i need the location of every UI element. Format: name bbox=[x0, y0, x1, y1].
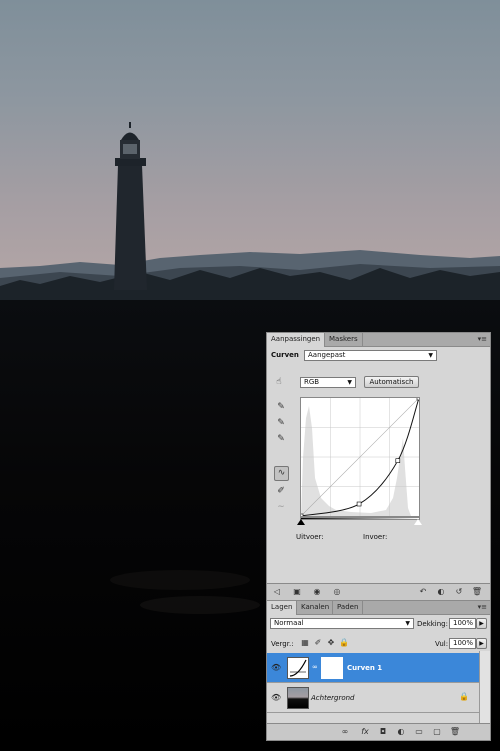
panel-menu-icon[interactable]: ▾≡ bbox=[478, 334, 487, 345]
layer-mask-thumbnail[interactable] bbox=[321, 657, 343, 679]
layer-row-background[interactable]: 👁 Achtergrond 🔒 bbox=[267, 683, 480, 713]
panel-menu-icon[interactable]: ▾≡ bbox=[478, 602, 487, 613]
lock-transparency-icon[interactable]: ▦ bbox=[299, 637, 311, 649]
white-slider-icon[interactable] bbox=[414, 519, 422, 525]
chevron-down-icon: ▼ bbox=[428, 352, 433, 359]
chevron-down-icon: ▼ bbox=[405, 620, 410, 627]
trash-icon[interactable]: 🗑 bbox=[449, 726, 461, 738]
tab-layers[interactable]: Lagen bbox=[267, 601, 297, 615]
new-layer-icon[interactable]: ▢ bbox=[431, 726, 443, 738]
layers-footer: ∞ fx ◘ ◐ ▭ ▢ 🗑 bbox=[267, 723, 490, 740]
auto-button[interactable]: Automatisch bbox=[364, 376, 419, 388]
chevron-down-icon: ▼ bbox=[347, 379, 352, 386]
curves-adjustment-thumbnail-icon bbox=[287, 657, 309, 679]
lock-icon[interactable]: 🔒 bbox=[338, 637, 350, 649]
layer-row-curves[interactable]: 👁 ∞ Curven 1 bbox=[267, 653, 480, 683]
adjustments-footer: ◁ ▣ ◉ ◎ ↶ ◐ ↺ 🗑 bbox=[267, 583, 490, 600]
curve-edit-icon[interactable]: ∿ bbox=[274, 466, 289, 481]
lock-icon: 🔒 bbox=[459, 692, 469, 701]
lock-position-icon[interactable]: ✥ bbox=[325, 637, 337, 649]
view-previous-icon[interactable]: ◐ bbox=[435, 586, 447, 598]
preset-select[interactable]: Aangepast ▼ bbox=[304, 350, 437, 361]
adjustment-title: Curven bbox=[271, 351, 299, 359]
output-label: Uitvoer: bbox=[296, 533, 324, 541]
channel-value: RGB bbox=[304, 378, 320, 386]
visibility-eye-icon[interactable]: 👁 bbox=[271, 663, 281, 673]
link-layers-icon[interactable]: ∞ bbox=[339, 726, 351, 738]
gray-point-eyedropper-icon[interactable]: ✎ bbox=[275, 417, 287, 429]
curve-control-point[interactable] bbox=[395, 458, 401, 463]
add-mask-icon[interactable]: ◘ bbox=[377, 726, 389, 738]
fx-icon[interactable]: fx bbox=[359, 726, 371, 738]
opacity-arrow-icon[interactable]: ▶ bbox=[476, 618, 487, 629]
background-thumbnail bbox=[287, 687, 309, 709]
reset-icon[interactable]: ↺ bbox=[453, 586, 465, 598]
trash-icon[interactable]: 🗑 bbox=[471, 586, 483, 598]
layers-tabbar: Lagen Kanalen Paden ▾≡ bbox=[267, 601, 490, 615]
curve-canvas[interactable] bbox=[301, 398, 419, 516]
layer-name: Curven 1 bbox=[347, 664, 383, 672]
clip-layer-icon[interactable]: ▣ bbox=[291, 586, 303, 598]
black-point-eyedropper-icon[interactable]: ✎ bbox=[275, 401, 287, 413]
output-gradient-bar bbox=[300, 517, 420, 520]
pencil-icon[interactable]: ✐ bbox=[275, 485, 287, 497]
adjustments-tabbar: Aanpassingen Maskers ▾≡ bbox=[267, 333, 490, 347]
fill-arrow-icon[interactable]: ▶ bbox=[476, 638, 487, 649]
channel-select[interactable]: RGB ▼ bbox=[300, 377, 356, 388]
lock-label: Vergr.: bbox=[271, 640, 294, 648]
hand-adjust-icon[interactable]: ☝ bbox=[273, 376, 285, 388]
opacity-label: Dekking: bbox=[417, 620, 448, 628]
tab-adjustments[interactable]: Aanpassingen bbox=[267, 333, 325, 347]
previous-state-icon[interactable]: ↶ bbox=[417, 586, 429, 598]
layers-scrollbar[interactable] bbox=[479, 651, 490, 725]
eye-icon[interactable]: ◎ bbox=[331, 586, 343, 598]
white-point-eyedropper-icon[interactable]: ✎ bbox=[275, 433, 287, 445]
fill-input[interactable]: 100% bbox=[449, 638, 476, 649]
curve-control-point[interactable] bbox=[356, 501, 362, 507]
new-group-icon[interactable]: ▭ bbox=[413, 726, 425, 738]
input-label: Invoer: bbox=[363, 533, 388, 541]
layers-panel: Lagen Kanalen Paden ▾≡ Normaal ▼ Dekking:… bbox=[266, 600, 491, 741]
curve-graph[interactable] bbox=[300, 397, 420, 517]
curve-control-point[interactable] bbox=[301, 513, 304, 516]
lock-pixels-icon[interactable]: ✐ bbox=[312, 637, 324, 649]
layer-name: Achtergrond bbox=[311, 694, 355, 702]
black-slider-icon[interactable] bbox=[297, 519, 305, 525]
mask-icon[interactable]: ◉ bbox=[311, 586, 323, 598]
opacity-input[interactable]: 100% bbox=[449, 618, 476, 629]
back-arrow-icon[interactable]: ◁ bbox=[271, 586, 283, 598]
fill-label: Vul: bbox=[435, 640, 449, 648]
smooth-curve-icon[interactable]: ∼ bbox=[275, 501, 287, 513]
curve-control-point[interactable] bbox=[416, 398, 419, 401]
blend-mode-select[interactable]: Normaal ▼ bbox=[270, 618, 414, 629]
tab-paths[interactable]: Paden bbox=[333, 601, 363, 614]
tab-masks[interactable]: Maskers bbox=[325, 333, 363, 346]
preset-value: Aangepast bbox=[308, 351, 346, 359]
tab-channels[interactable]: Kanalen bbox=[297, 601, 333, 614]
link-icon[interactable]: ∞ bbox=[312, 663, 318, 671]
blend-mode-value: Normaal bbox=[274, 619, 304, 627]
new-adjustment-icon[interactable]: ◐ bbox=[395, 726, 407, 738]
visibility-eye-icon[interactable]: 👁 bbox=[271, 693, 281, 703]
